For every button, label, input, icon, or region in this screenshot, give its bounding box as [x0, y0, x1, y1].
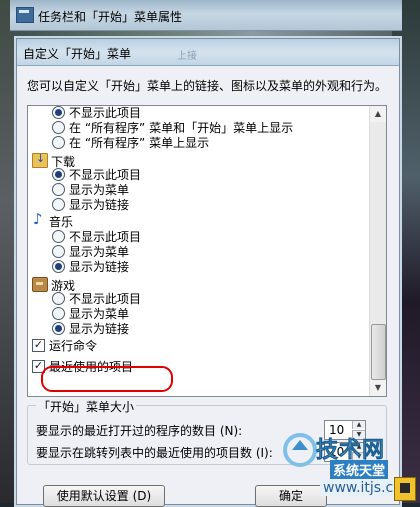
watermark-url: www.itjs.cn	[320, 480, 406, 496]
option-label: 在 “所有程序” 菜单和「开始」菜单上显示	[69, 121, 294, 135]
option-label: 在 “所有程序” 菜单上显示	[69, 136, 210, 150]
scroll-thumb[interactable]	[371, 324, 386, 380]
list-item[interactable]: 显示为链接	[52, 260, 129, 274]
dialog-title-bar[interactable]: 自定义「开始」菜单 上接	[17, 39, 399, 66]
red-highlight-ring	[41, 366, 173, 392]
option-label: 显示为链接	[69, 198, 130, 212]
option-label: 显示为链接	[69, 260, 130, 274]
list-item[interactable]: 不显示此项目	[52, 106, 141, 120]
list-item[interactable]: 显示为链接	[52, 198, 129, 212]
stepper-up-icon[interactable]: ▲	[352, 421, 365, 429]
list-item[interactable]: 显示为链接	[52, 322, 129, 336]
category-label: 游戏	[51, 279, 76, 293]
list-item[interactable]: 显示为菜单	[52, 245, 129, 259]
option-label: 显示为菜单	[69, 245, 130, 259]
option-label: 显示为菜单	[69, 183, 130, 197]
music-note-icon	[32, 212, 46, 228]
radio-button[interactable]	[52, 307, 65, 320]
radio-button[interactable]	[52, 168, 65, 181]
games-icon	[32, 277, 48, 292]
list-item[interactable]: 不显示此项目	[52, 292, 141, 306]
option-label: 运行命令	[49, 339, 98, 353]
corner-badge-icon	[394, 477, 416, 501]
dialog-description: 您可以自定义「开始」菜单上的链接、图标以及菜单的外观和行为。	[27, 79, 388, 93]
scroll-down-arrow-icon[interactable]: ▼	[370, 380, 386, 396]
dialog-title: 自定义「开始」菜单	[23, 47, 132, 61]
radio-button[interactable]	[52, 230, 65, 243]
list-scrollbar[interactable]: ▲ ▼	[369, 106, 386, 396]
radio-button[interactable]	[52, 136, 65, 149]
download-folder-icon	[32, 152, 48, 168]
list-item[interactable]: 不显示此项目	[52, 168, 141, 182]
option-label: 显示为链接	[69, 322, 130, 336]
list-category: 游戏	[32, 277, 76, 293]
start-menu-options-list[interactable]: 不显示此项目 在 “所有程序” 菜单和「开始」菜单上显示 在 “所有程序” 菜单…	[27, 105, 387, 397]
radio-button[interactable]	[52, 322, 65, 335]
list-item[interactable]: 在 “所有程序” 菜单上显示	[52, 136, 209, 150]
use-default-settings-button[interactable]: 使用默认设置 (D)	[43, 485, 165, 507]
radio-button[interactable]	[52, 260, 65, 273]
list-item[interactable]: 在 “所有程序” 菜单和「开始」菜单上显示	[52, 121, 293, 135]
category-label: 下载	[51, 155, 76, 169]
option-label: 不显示此项目	[69, 230, 142, 244]
option-label: 不显示此项目	[69, 106, 142, 120]
jump-list-label: 要显示在跳转列表中的最近使用的项目数 (I):	[36, 446, 273, 460]
list-category: 下载	[32, 152, 76, 169]
radio-button[interactable]	[52, 121, 65, 134]
list-item[interactable]: 显示为菜单	[52, 183, 129, 197]
radio-button[interactable]	[52, 198, 65, 211]
radio-button[interactable]	[52, 292, 65, 305]
option-label: 不显示此项目	[69, 292, 142, 306]
outer-title-bar[interactable]: 任务栏和「开始」菜单属性	[10, 0, 402, 31]
faint-title-text: 上接	[177, 51, 197, 62]
radio-button[interactable]	[52, 183, 65, 196]
option-label: 显示为菜单	[69, 307, 130, 321]
recent-programs-label: 要显示的最近打开过的程序的数目 (N):	[36, 424, 243, 438]
checkbox[interactable]	[32, 339, 45, 352]
list-item[interactable]: 显示为菜单	[52, 307, 129, 321]
radio-button[interactable]	[52, 245, 65, 258]
watermark-tagline: 系统天堂	[330, 460, 389, 479]
list-item[interactable]: 运行命令	[32, 339, 97, 353]
list-category: 音乐	[32, 212, 74, 229]
group-title: 「开始」菜单大小	[36, 398, 137, 415]
outer-window-title: 任务栏和「开始」菜单属性	[38, 10, 183, 24]
scroll-up-arrow-icon[interactable]: ▲	[370, 106, 386, 122]
radio-button[interactable]	[52, 106, 65, 119]
category-label: 音乐	[49, 215, 74, 229]
option-label: 不显示此项目	[69, 168, 142, 182]
list-item[interactable]: 不显示此项目	[52, 230, 141, 244]
taskbar-properties-icon	[16, 7, 34, 23]
